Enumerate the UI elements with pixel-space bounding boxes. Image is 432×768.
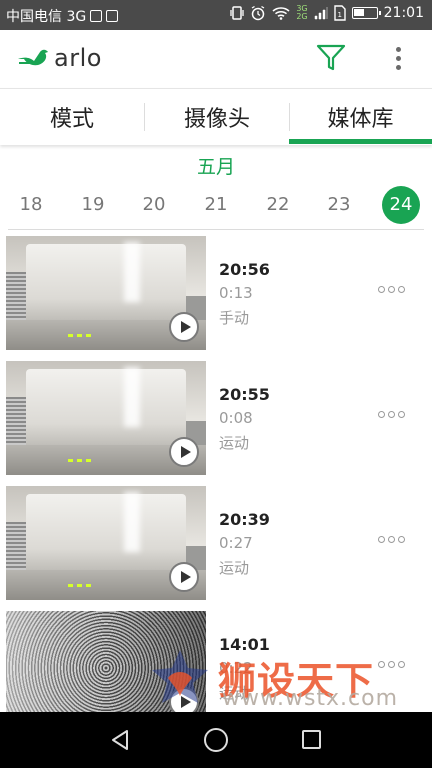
logo-text: arlo	[54, 44, 102, 72]
play-icon[interactable]	[169, 437, 199, 467]
recording-item[interactable]: 20:55 0:08 运动	[0, 361, 432, 475]
recording-item[interactable]: 20:56 0:13 手动	[0, 236, 432, 350]
day-item[interactable]: 19	[74, 186, 112, 224]
watermark-url: www.wstx.com	[222, 686, 399, 711]
month-label: 五月	[196, 156, 235, 178]
arlo-bird-icon	[18, 49, 48, 66]
carrier-label: 中国电信 3G	[6, 9, 87, 25]
day-item[interactable]: 23	[320, 186, 358, 224]
day-item[interactable]: 22	[259, 186, 297, 224]
recording-trigger-type: 运动	[219, 434, 250, 452]
back-icon[interactable]	[108, 728, 132, 752]
recording-time: 20:55	[219, 385, 270, 404]
tab-cameras[interactable]: 摄像头	[145, 89, 289, 145]
filter-icon[interactable]	[315, 42, 347, 74]
day-item[interactable]: 20	[135, 186, 173, 224]
recording-duration: 0:27	[219, 534, 253, 552]
recording-trigger-type: 手动	[219, 309, 250, 327]
tab-bar: 模式 摄像头 媒体库	[0, 88, 432, 145]
day-item[interactable]: 21	[197, 186, 235, 224]
image-notification-icon	[90, 10, 103, 22]
signal-icon	[314, 7, 327, 20]
sim-notification-icon	[106, 10, 119, 22]
vibrate-icon	[230, 6, 244, 20]
network-type-indicator: 3G 2G	[296, 5, 307, 21]
day-item-selected[interactable]: 24	[382, 186, 420, 224]
play-icon[interactable]	[169, 312, 199, 342]
recent-apps-icon[interactable]	[302, 730, 321, 749]
watermark-lion-icon	[152, 650, 208, 703]
recording-thumbnail[interactable]	[6, 236, 206, 350]
day-selector: 18 19 20 21 22 23 24	[0, 186, 432, 224]
wifi-icon	[272, 7, 290, 20]
recording-duration: 0:08	[219, 409, 253, 427]
recording-item[interactable]: 20:39 0:27 运动	[0, 486, 432, 600]
sim-icon: 1	[333, 5, 346, 21]
status-bar: 中国电信 3G 3G 2G 1 21:01	[0, 0, 432, 30]
more-vert-icon[interactable]	[386, 44, 410, 72]
home-icon[interactable]	[204, 728, 228, 752]
divider	[8, 229, 424, 230]
recording-time: 20:39	[219, 510, 270, 529]
watermark: 狮设天下 www.wstx.com	[148, 648, 432, 711]
recording-trigger-type: 运动	[219, 559, 250, 577]
more-horiz-icon[interactable]	[378, 286, 405, 293]
network-type-bottom: 2G	[296, 12, 308, 21]
day-item[interactable]: 18	[12, 186, 50, 224]
play-icon[interactable]	[169, 562, 199, 592]
recording-thumbnail[interactable]	[6, 361, 206, 475]
svg-text:1: 1	[337, 11, 341, 19]
alarm-icon	[252, 5, 265, 21]
recording-duration: 0:13	[219, 284, 253, 302]
tab-library[interactable]: 媒体库	[289, 89, 432, 145]
recording-thumbnail[interactable]	[6, 486, 206, 600]
system-nav-bar	[0, 712, 432, 768]
more-horiz-icon[interactable]	[378, 536, 405, 543]
arlo-logo: arlo	[16, 44, 102, 72]
app-bar: arlo	[0, 30, 432, 86]
recording-time: 20:56	[219, 260, 270, 279]
tab-selected-indicator	[289, 139, 432, 144]
clock: 21:01	[383, 5, 424, 21]
battery-icon	[351, 7, 381, 19]
more-horiz-icon[interactable]	[378, 411, 405, 418]
tab-mode[interactable]: 模式	[0, 89, 144, 145]
